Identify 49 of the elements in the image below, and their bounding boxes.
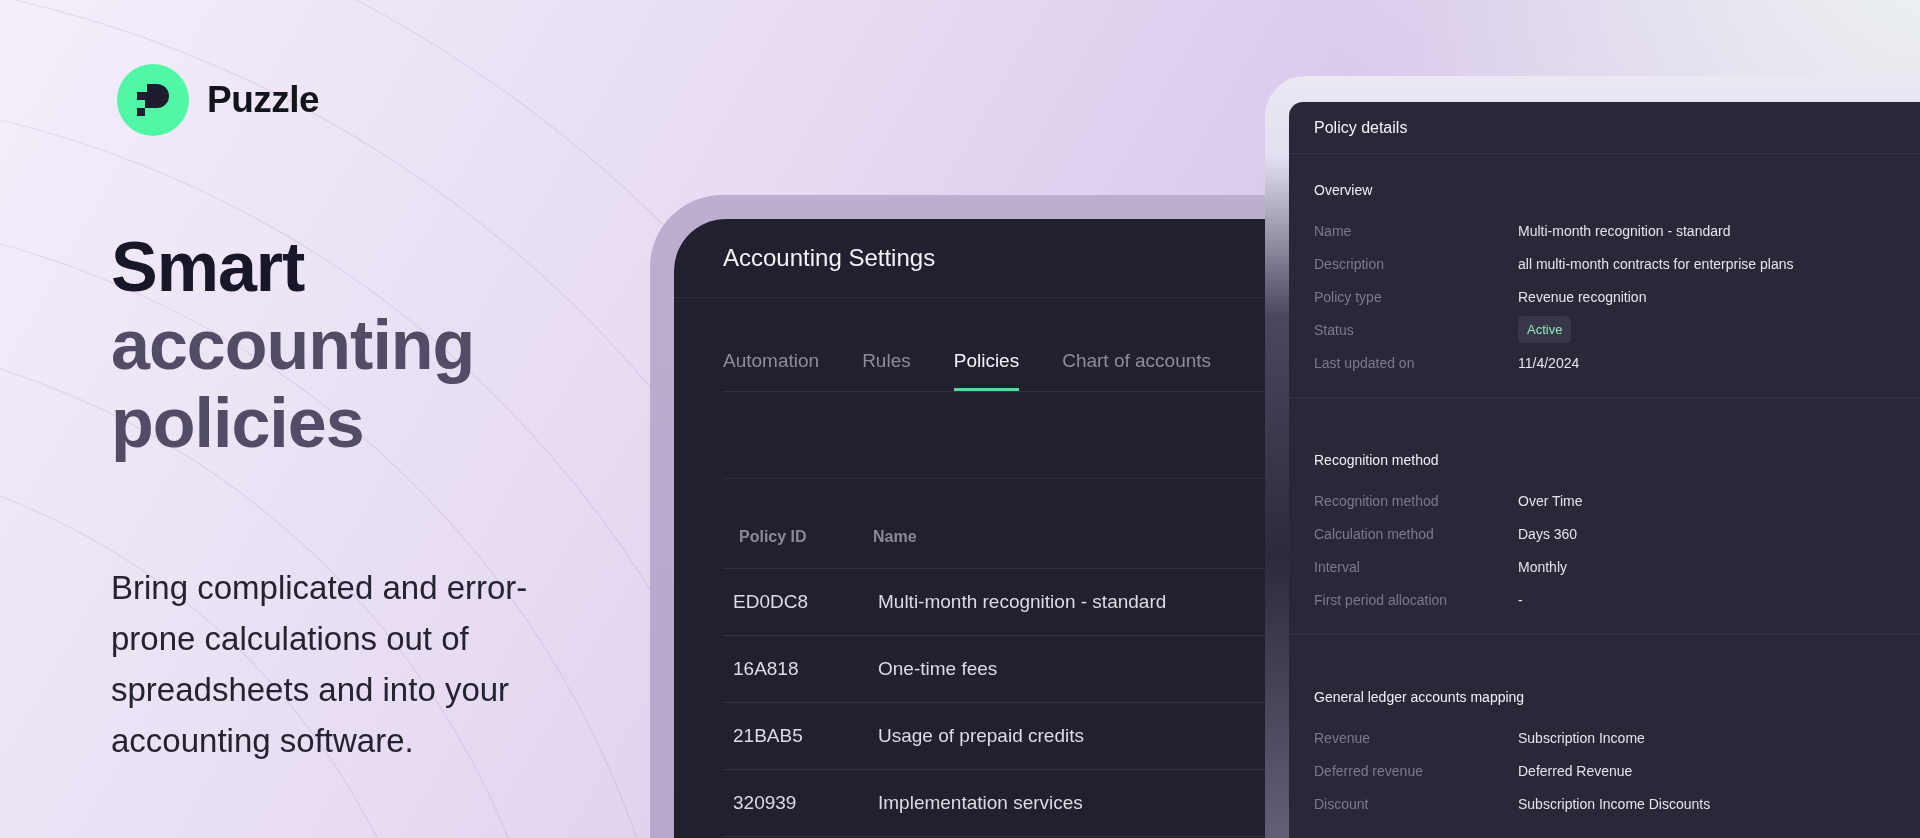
field-value: Subscription Income <box>1518 729 1645 746</box>
field-label: Recognition method <box>1314 492 1440 509</box>
field-value: 11/4/2024 <box>1518 354 1580 371</box>
table-cell: Usage of prepaid credits <box>878 725 1084 747</box>
status-badge: Active <box>1518 316 1572 343</box>
headline: accounting <box>111 306 476 384</box>
section-title: Recognition method <box>1314 452 1440 468</box>
table-cell: Multi-month recognition - standard <box>878 591 1167 613</box>
field-label: Policy type <box>1314 288 1383 305</box>
description: Bring complicated and error-prone calculations out of spreadsheets and into your accounting software. <box>111 568 529 761</box>
tab[interactable]: Chart of accounts <box>1062 350 1212 391</box>
field-label: Calculation method <box>1314 525 1435 542</box>
table-cell-text: 16A818 <box>732 658 800 680</box>
table-cell-text: 320939 <box>732 792 798 814</box>
field-value: Over Time <box>1518 492 1583 509</box>
field-label: Interval <box>1314 558 1361 575</box>
tab[interactable]: Rules <box>862 350 911 391</box>
panel-title: Policy details <box>1314 118 1408 137</box>
headline: policies <box>111 384 365 462</box>
field-label: Revenue <box>1314 729 1372 746</box>
logo-icon <box>117 64 189 136</box>
window-title: Accounting Settings <box>723 244 936 272</box>
field-value: - <box>1518 591 1523 608</box>
field-label: First period allocation <box>1314 591 1449 608</box>
field-value: all multi-month contracts for enterprise plans <box>1518 255 1794 272</box>
field-label: Status <box>1314 321 1355 338</box>
field-label: Last updated on <box>1314 354 1416 371</box>
section-title: General ledger accounts mapping <box>1314 689 1526 705</box>
field-label: Discount <box>1314 795 1370 812</box>
field-value: Deferred Revenue <box>1518 762 1633 779</box>
field-label: Deferred revenue <box>1314 762 1424 779</box>
column-header: Name <box>873 528 917 547</box>
tab[interactable]: Policies <box>953 350 1020 391</box>
table-cell: One-time fees <box>878 658 998 680</box>
table-cell: Implementation services <box>878 792 1083 814</box>
brand-name: Puzzle <box>207 79 320 121</box>
field-label: Name <box>1314 222 1353 239</box>
field-value: Multi-month recognition - standard <box>1518 222 1731 239</box>
tab[interactable]: Automation <box>723 350 820 391</box>
field-value: Subscription Income Discounts <box>1518 795 1711 812</box>
section-title: Overview <box>1314 182 1374 198</box>
field-value: Days 360 <box>1518 525 1578 542</box>
field-label: Description <box>1314 255 1386 272</box>
field-value: Monthly <box>1518 558 1568 575</box>
headline: Smart <box>111 228 306 306</box>
table-cell-text: ED0DC8 <box>732 591 809 613</box>
table-cell-text: 21BAB5 <box>732 725 804 747</box>
column-header: Policy ID <box>738 528 808 547</box>
field-value: Revenue recognition <box>1518 288 1647 305</box>
